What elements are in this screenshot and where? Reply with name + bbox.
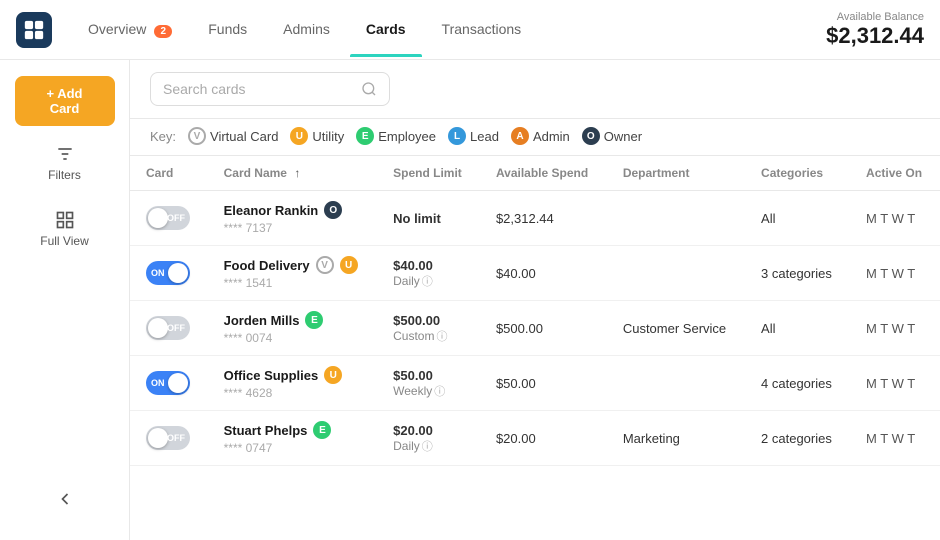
full-view-icon	[55, 210, 75, 230]
col-toggle: Card	[130, 156, 208, 191]
key-lead: L Lead	[448, 127, 499, 145]
card-name-cell: Food DeliveryVU**** 1541	[208, 246, 378, 301]
col-department: Department	[607, 156, 745, 191]
spend-limit-cell: $50.00Weekly ⓘ	[377, 356, 480, 411]
table-row: OFF Eleanor RankinO**** 7137No limit$2,31…	[130, 191, 940, 246]
key-utility: U Utility	[290, 127, 344, 145]
department-cell	[607, 356, 745, 411]
table-row: OFF Stuart PhelpsE**** 0747$20.00Daily ⓘ$…	[130, 411, 940, 466]
department-cell: Customer Service	[607, 301, 745, 356]
top-navigation: Overview 2 Funds Admins Cards Transactio…	[0, 0, 940, 60]
nav-funds[interactable]: Funds	[192, 13, 263, 46]
card-name-cell: Office SuppliesU**** 4628	[208, 356, 378, 411]
active-on-cell: M T W T	[850, 246, 940, 301]
active-on-cell: M T W T	[850, 411, 940, 466]
department-cell	[607, 246, 745, 301]
col-available-spend: Available Spend	[480, 156, 607, 191]
col-active-on: Active On	[850, 156, 940, 191]
key-employee: E Employee	[356, 127, 436, 145]
col-name[interactable]: Card Name ↑	[208, 156, 378, 191]
active-on-cell: M T W T	[850, 356, 940, 411]
col-spend-limit: Spend Limit	[377, 156, 480, 191]
logo[interactable]	[16, 12, 52, 48]
spend-limit-cell: No limit	[377, 191, 480, 246]
department-cell: Marketing	[607, 411, 745, 466]
col-categories: Categories	[745, 156, 850, 191]
table-row: OFF Jorden MillsE**** 0074$500.00Custom ⓘ…	[130, 301, 940, 356]
toggle-cell: ON	[130, 246, 208, 301]
main-content: Key: V Virtual Card U Utility E Employee…	[130, 60, 940, 540]
nav-transactions[interactable]: Transactions	[426, 13, 538, 46]
table-row: ON Office SuppliesU**** 4628$50.00Weekly …	[130, 356, 940, 411]
card-toggle[interactable]: OFF	[146, 316, 190, 340]
full-view-button[interactable]: Full View	[15, 200, 115, 258]
key-owner: O Owner	[582, 127, 642, 145]
spend-limit-cell: $500.00Custom ⓘ	[377, 301, 480, 356]
card-name-cell: Stuart PhelpsE**** 0747	[208, 411, 378, 466]
search-icon	[361, 81, 377, 97]
card-toggle[interactable]: ON	[146, 261, 190, 285]
categories-cell: 2 categories	[745, 411, 850, 466]
back-button[interactable]	[45, 479, 85, 524]
categories-cell: 4 categories	[745, 356, 850, 411]
cards-table: Card Card Name ↑ Spend Limit Available S…	[130, 156, 940, 466]
nav-cards[interactable]: Cards	[350, 13, 422, 46]
nav-admins[interactable]: Admins	[267, 13, 346, 46]
toolbar	[130, 60, 940, 119]
filters-button[interactable]: Filters	[15, 134, 115, 192]
overview-badge: 2	[154, 25, 172, 38]
active-on-cell: M T W T	[850, 301, 940, 356]
categories-cell: All	[745, 191, 850, 246]
available-spend-cell: $500.00	[480, 301, 607, 356]
key-row: Key: V Virtual Card U Utility E Employee…	[130, 119, 940, 156]
categories-cell: All	[745, 301, 850, 356]
toggle-cell: ON	[130, 356, 208, 411]
main-layout: + Add Card Filters Full View	[0, 60, 940, 540]
add-card-button[interactable]: + Add Card	[15, 76, 115, 126]
toggle-cell: OFF	[130, 191, 208, 246]
categories-cell: 3 categories	[745, 246, 850, 301]
filters-icon	[55, 144, 75, 164]
available-spend-cell: $40.00	[480, 246, 607, 301]
available-spend-cell: $2,312.44	[480, 191, 607, 246]
spend-limit-cell: $20.00Daily ⓘ	[377, 411, 480, 466]
spend-limit-cell: $40.00Daily ⓘ	[377, 246, 480, 301]
cards-table-container: Card Card Name ↑ Spend Limit Available S…	[130, 156, 940, 540]
toggle-cell: OFF	[130, 301, 208, 356]
nav-items: Overview 2 Funds Admins Cards Transactio…	[72, 13, 826, 46]
available-spend-cell: $50.00	[480, 356, 607, 411]
department-cell	[607, 191, 745, 246]
nav-overview[interactable]: Overview 2	[72, 13, 188, 46]
balance-display: Available Balance $2,312.44	[826, 11, 924, 49]
table-row: ON Food DeliveryVU**** 1541$40.00Daily ⓘ$…	[130, 246, 940, 301]
card-name-cell: Eleanor RankinO**** 7137	[208, 191, 378, 246]
search-input[interactable]	[163, 81, 361, 97]
key-admin: A Admin	[511, 127, 570, 145]
key-virtual-card: V Virtual Card	[188, 127, 278, 145]
sidebar: + Add Card Filters Full View	[0, 60, 130, 540]
back-icon	[55, 489, 75, 509]
available-spend-cell: $20.00	[480, 411, 607, 466]
card-name-cell: Jorden MillsE**** 0074	[208, 301, 378, 356]
toggle-cell: OFF	[130, 411, 208, 466]
active-on-cell: M T W T	[850, 191, 940, 246]
search-box[interactable]	[150, 72, 390, 106]
card-toggle[interactable]: ON	[146, 371, 190, 395]
card-toggle[interactable]: OFF	[146, 426, 190, 450]
card-toggle[interactable]: OFF	[146, 206, 190, 230]
